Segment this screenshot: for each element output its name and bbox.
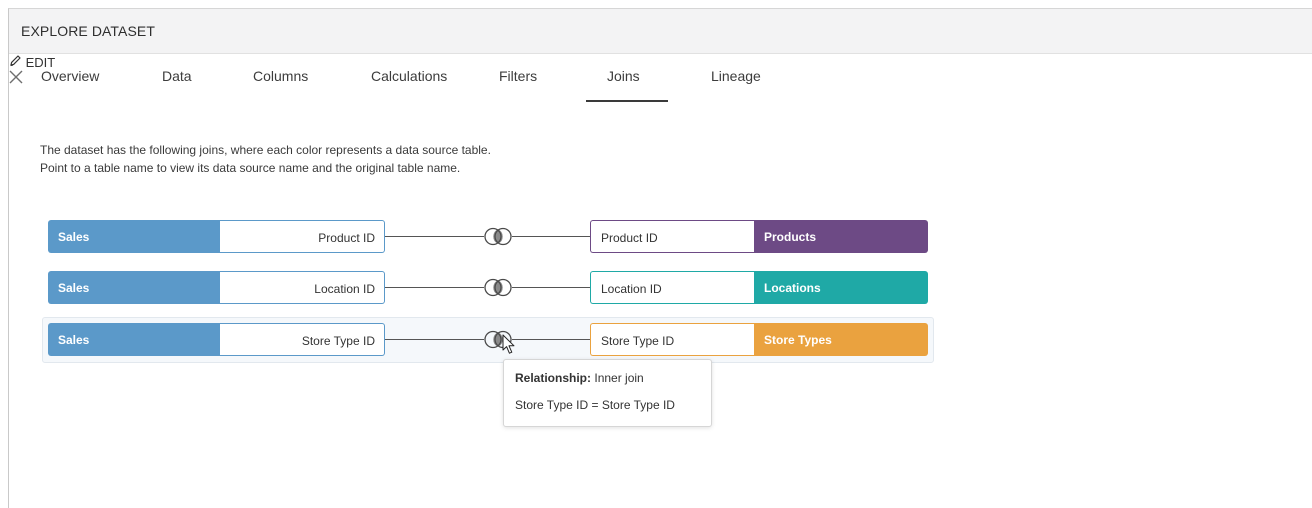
tab-joins[interactable]: Joins bbox=[607, 68, 640, 84]
description-line-2: Point to a table name to view its data s… bbox=[40, 161, 461, 175]
tooltip-relationship-value: Inner join bbox=[594, 371, 644, 385]
join-connector-line bbox=[512, 236, 590, 237]
right-table-label[interactable]: Store Types bbox=[754, 323, 928, 356]
tooltip-relationship-label: Relationship: bbox=[515, 371, 592, 385]
left-table-label[interactable]: Sales bbox=[48, 323, 221, 356]
active-tab-indicator bbox=[586, 100, 668, 102]
right-join-column: Location ID bbox=[590, 271, 755, 304]
join-row: Sales Location ID Location ID Locations bbox=[48, 271, 928, 304]
left-join-column: Location ID bbox=[220, 271, 385, 304]
tab-data[interactable]: Data bbox=[162, 68, 192, 84]
left-table-label[interactable]: Sales bbox=[48, 220, 221, 253]
join-connector-line bbox=[512, 339, 590, 340]
join-connector-line bbox=[385, 287, 484, 288]
tooltip-relationship: Relationship: Inner join bbox=[515, 370, 711, 387]
left-table-label[interactable]: Sales bbox=[48, 271, 221, 304]
tab-columns[interactable]: Columns bbox=[253, 68, 308, 84]
venn-inner-join-icon[interactable] bbox=[482, 226, 514, 247]
left-join-column: Product ID bbox=[220, 220, 385, 253]
join-row: Sales Product ID Product ID Products bbox=[48, 220, 928, 253]
tooltip-condition: Store Type ID = Store Type ID bbox=[515, 398, 675, 412]
tab-lineage[interactable]: Lineage bbox=[711, 68, 761, 84]
join-row: Sales Store Type ID Store Type ID Store … bbox=[48, 323, 928, 356]
join-tooltip: Relationship: Inner join Store Type ID =… bbox=[503, 359, 712, 427]
tab-filters[interactable]: Filters bbox=[499, 68, 537, 84]
tab-overview[interactable]: Overview bbox=[41, 68, 99, 84]
tab-bar: Overview Data Columns Calculations Filte… bbox=[0, 46, 1312, 104]
join-connector-line bbox=[512, 287, 590, 288]
joins-description: The dataset has the following joins, whe… bbox=[40, 141, 491, 177]
mouse-pointer-icon bbox=[502, 334, 515, 354]
right-join-column: Store Type ID bbox=[590, 323, 755, 356]
venn-inner-join-icon[interactable] bbox=[482, 277, 514, 298]
right-table-label[interactable]: Products bbox=[754, 220, 928, 253]
right-join-column: Product ID bbox=[590, 220, 755, 253]
join-connector-line bbox=[385, 236, 484, 237]
right-table-label[interactable]: Locations bbox=[754, 271, 928, 304]
description-line-1: The dataset has the following joins, whe… bbox=[40, 143, 491, 157]
left-join-column: Store Type ID bbox=[220, 323, 385, 356]
dialog-title: EXPLORE DATASET bbox=[21, 23, 156, 39]
join-connector-line bbox=[385, 339, 484, 340]
tab-calculations[interactable]: Calculations bbox=[371, 68, 447, 84]
